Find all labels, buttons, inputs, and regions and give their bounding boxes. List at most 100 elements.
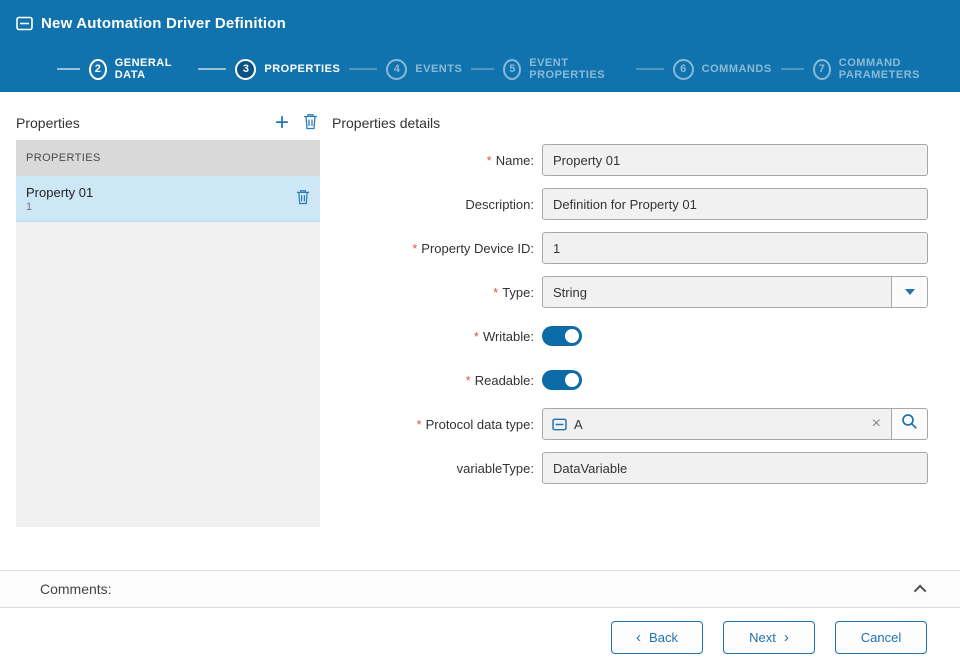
next-button[interactable]: Next › bbox=[723, 621, 815, 654]
new-automation-driver-dialog: New Automation Driver Definition 2 GENER… bbox=[0, 0, 960, 666]
name-label: *Name: bbox=[332, 153, 542, 168]
back-button-label: Back bbox=[649, 630, 678, 645]
writable-toggle[interactable] bbox=[542, 326, 582, 346]
variable-type-label: variableType: bbox=[332, 461, 542, 476]
step-connector bbox=[636, 68, 664, 70]
step-events[interactable]: 4 EVENTS bbox=[340, 59, 462, 80]
required-marker: * bbox=[474, 329, 479, 344]
step-label: COMMAND PARAMETERS bbox=[839, 57, 960, 81]
property-list-item[interactable]: Property 01 1 bbox=[16, 176, 320, 222]
search-icon bbox=[901, 413, 918, 435]
step-number: 3 bbox=[235, 59, 256, 80]
trash-icon bbox=[303, 113, 318, 133]
step-label: EVENT PROPERTIES bbox=[529, 57, 626, 81]
step-command-parameters[interactable]: 7 COMMAND PARAMETERS bbox=[772, 57, 960, 81]
form-row-protocol-data-type: *Protocol data type: A × bbox=[332, 408, 928, 440]
required-marker: * bbox=[466, 373, 471, 388]
properties-panel-actions: + bbox=[275, 113, 320, 133]
required-marker: * bbox=[412, 241, 417, 256]
protocol-search-button[interactable] bbox=[891, 409, 927, 439]
required-marker: * bbox=[417, 417, 422, 432]
step-label: PROPERTIES bbox=[264, 63, 340, 75]
step-properties[interactable]: 3 PROPERTIES bbox=[189, 59, 340, 80]
collapse-comments-button[interactable] bbox=[913, 581, 930, 598]
description-input[interactable] bbox=[542, 188, 928, 220]
name-input[interactable] bbox=[542, 144, 928, 176]
clear-protocol-button[interactable]: × bbox=[862, 416, 891, 432]
form-row-readable: *Readable: bbox=[332, 364, 928, 396]
toggle-knob bbox=[565, 373, 579, 387]
cancel-button-label: Cancel bbox=[861, 630, 901, 645]
chevron-up-icon bbox=[914, 584, 927, 597]
comments-label: Comments: bbox=[40, 581, 112, 597]
protocol-data-type-field[interactable]: A × bbox=[542, 408, 928, 440]
delete-property-button[interactable] bbox=[303, 113, 318, 133]
type-select-dropdown-button[interactable] bbox=[891, 277, 927, 307]
delete-item-button[interactable] bbox=[296, 189, 310, 208]
dialog-footer: ‹ Back Next › Cancel bbox=[0, 608, 960, 666]
property-item-id: 1 bbox=[26, 201, 296, 213]
form-row-name: *Name: bbox=[332, 144, 928, 176]
chevron-down-icon bbox=[905, 289, 915, 295]
step-commands[interactable]: 6 COMMANDS bbox=[627, 59, 772, 80]
step-label: EVENTS bbox=[415, 63, 462, 75]
plus-icon: + bbox=[275, 109, 289, 136]
readable-label: *Readable: bbox=[332, 373, 542, 388]
step-event-properties[interactable]: 5 EVENT PROPERTIES bbox=[462, 57, 626, 81]
back-button[interactable]: ‹ Back bbox=[611, 621, 703, 654]
property-item-name: Property 01 bbox=[26, 185, 296, 200]
properties-list-column-header: PROPERTIES bbox=[16, 140, 320, 176]
step-connector bbox=[781, 68, 804, 70]
device-id-input[interactable] bbox=[542, 232, 928, 264]
toggle-knob bbox=[565, 329, 579, 343]
form-row-writable: *Writable: bbox=[332, 320, 928, 352]
step-label: GENERAL DATA bbox=[115, 57, 190, 81]
form-row-device-id: *Property Device ID: bbox=[332, 232, 928, 264]
property-item-text: Property 01 1 bbox=[26, 185, 296, 213]
step-number: 6 bbox=[673, 59, 694, 80]
protocol-data-type-value: A bbox=[567, 417, 862, 432]
dialog-title-row: New Automation Driver Definition bbox=[0, 0, 960, 46]
protocol-data-type-label: *Protocol data type: bbox=[332, 417, 542, 432]
step-general-data[interactable]: 2 GENERAL DATA bbox=[48, 57, 189, 81]
step-connector bbox=[349, 68, 377, 70]
next-button-label: Next bbox=[749, 630, 776, 645]
readable-toggle[interactable] bbox=[542, 370, 582, 390]
protocol-type-icon bbox=[543, 418, 567, 431]
driver-icon bbox=[16, 16, 33, 31]
step-connector bbox=[198, 68, 226, 70]
trash-icon bbox=[296, 189, 310, 208]
step-number: 2 bbox=[89, 59, 107, 80]
properties-panel-title: Properties bbox=[16, 115, 80, 131]
dialog-header: New Automation Driver Definition 2 GENER… bbox=[0, 0, 960, 92]
variable-type-input[interactable] bbox=[542, 452, 928, 484]
step-connector bbox=[471, 68, 494, 70]
add-property-button[interactable]: + bbox=[275, 113, 289, 133]
description-label: Description: bbox=[332, 197, 542, 212]
form-row-type: *Type: String bbox=[332, 276, 928, 308]
required-marker: * bbox=[493, 285, 498, 300]
form-row-description: Description: bbox=[332, 188, 928, 220]
properties-details-panel: Properties details *Name: Description: bbox=[332, 106, 928, 570]
step-connector bbox=[57, 68, 80, 70]
step-label: COMMANDS bbox=[702, 63, 772, 75]
dialog-title: New Automation Driver Definition bbox=[41, 15, 286, 32]
step-number: 7 bbox=[813, 59, 831, 80]
properties-panel-header: Properties + bbox=[16, 106, 320, 140]
details-panel-header: Properties details bbox=[332, 106, 928, 140]
wizard-steps: 2 GENERAL DATA 3 PROPERTIES 4 EVENTS 5 E… bbox=[0, 46, 960, 92]
comments-section: Comments: bbox=[0, 570, 960, 608]
type-select-value: String bbox=[543, 285, 891, 300]
main-content: Properties + PROPERTIES Property 01 1 bbox=[0, 92, 960, 570]
type-label: *Type: bbox=[332, 285, 542, 300]
property-details-form: *Name: Description: *Property Device ID: bbox=[332, 144, 928, 496]
form-row-variable-type: variableType: bbox=[332, 452, 928, 484]
step-number: 4 bbox=[386, 59, 407, 80]
step-number: 5 bbox=[503, 59, 521, 80]
properties-list-panel: Properties + PROPERTIES Property 01 1 bbox=[16, 106, 320, 570]
chevron-left-icon: ‹ bbox=[636, 630, 641, 645]
required-marker: * bbox=[487, 153, 492, 168]
type-select[interactable]: String bbox=[542, 276, 928, 308]
cancel-button[interactable]: Cancel bbox=[835, 621, 927, 654]
writable-label: *Writable: bbox=[332, 329, 542, 344]
